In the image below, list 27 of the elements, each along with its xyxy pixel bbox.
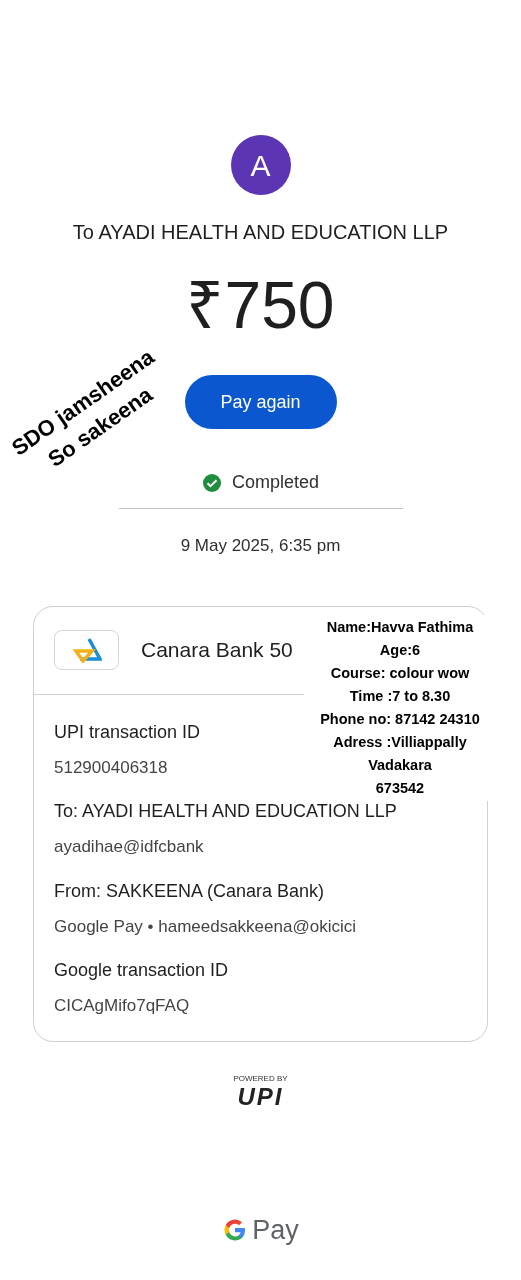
detail-label: UPI transaction ID xyxy=(54,720,201,744)
detail-label: From: SAKKEENA (Canara Bank) xyxy=(54,879,325,903)
note-line: 673542 xyxy=(375,779,425,798)
status-label: Completed xyxy=(231,471,319,494)
payee-title: To AYADI HEALTH AND EDUCATION LLP xyxy=(72,220,449,245)
note-line: Name:Havva Fathima xyxy=(326,618,474,637)
detail-value: ayadihae@idfcbank xyxy=(54,836,204,858)
note-line: Time :7 to 8.30 xyxy=(349,687,451,706)
note-line: Phone no: 87142 24310 xyxy=(320,710,480,729)
detail-value: Google Pay • hameedsakkeena@okicici xyxy=(54,915,356,938)
pay-again-button[interactable]: Pay again xyxy=(184,375,337,429)
amount: ₹750 xyxy=(186,267,335,344)
avatar: A xyxy=(230,135,291,195)
detail-label: To: AYADI HEALTH AND EDUCATION LLP xyxy=(54,800,397,823)
triangle-logo-icon xyxy=(71,637,102,663)
note-line: Age:6 xyxy=(379,641,421,660)
note-line: Course: colour wow xyxy=(330,664,470,683)
pay-wordmark: Pay xyxy=(252,1213,299,1247)
note-line: Adress :Villiappally xyxy=(333,733,467,752)
detail-value: CICAgMifo7qFAQ xyxy=(54,995,190,1017)
bank-name: Canara Bank 50 xyxy=(141,637,293,664)
upi-caption: POWERED BY xyxy=(233,1073,288,1084)
note-line: Vadakara xyxy=(368,756,432,775)
detail-label: Google transaction ID xyxy=(54,959,229,982)
transaction-date: 9 May 2025, 6:35 pm xyxy=(180,535,341,557)
upi-logo: UPI xyxy=(237,1083,284,1110)
detail-value: 512900406318 xyxy=(54,756,168,779)
